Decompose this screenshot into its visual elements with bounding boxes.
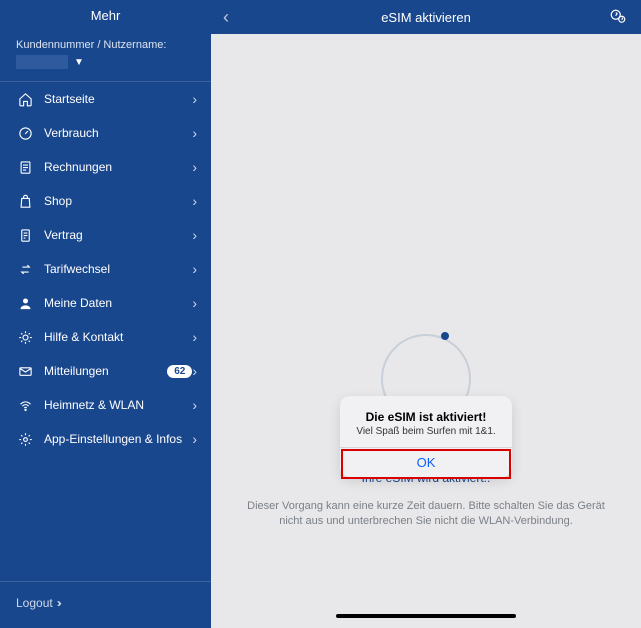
sidebar: Mehr Kundennummer / Nutzername: ▼ Starts…: [0, 0, 211, 628]
sidebar-item-home[interactable]: Startseite›: [0, 82, 211, 116]
badge: 62: [167, 365, 192, 378]
chevron-right-icon: ›: [192, 363, 197, 379]
spinner-dot: [441, 332, 449, 340]
dialog-title: Die eSIM ist aktiviert!: [350, 410, 502, 424]
logout-button[interactable]: Logout ››: [0, 581, 211, 628]
sidebar-item-mail[interactable]: Mitteilungen 62›: [0, 354, 211, 388]
sidebar-item-label: Heimnetz & WLAN: [44, 398, 192, 412]
chevron-right-icon: ›: [192, 125, 197, 141]
dialog-message: Viel Spaß beim Surfen mit 1&1.: [350, 426, 502, 437]
sidebar-item-wifi[interactable]: Heimnetz & WLAN›: [0, 388, 211, 422]
sidebar-item-label: Shop: [44, 194, 192, 208]
page-title: eSIM aktivieren: [243, 10, 609, 25]
logout-label: Logout: [16, 596, 53, 610]
gauge-icon: [16, 126, 34, 141]
chevron-right-icon: ›: [192, 227, 197, 243]
sidebar-menu: Startseite›Verbrauch›Rechnungen›Shop›Ver…: [0, 82, 211, 456]
topbar: ‹ eSIM aktivieren: [211, 0, 641, 34]
contract-icon: [16, 228, 34, 243]
sidebar-item-label: Hilfe & Kontakt: [44, 330, 192, 344]
user-icon: [16, 296, 34, 311]
customer-block: Kundennummer / Nutzername: ▼: [0, 33, 211, 81]
wifi-icon: [16, 398, 34, 413]
sidebar-item-gauge[interactable]: Verbrauch›: [0, 116, 211, 150]
sidebar-item-label: Rechnungen: [44, 160, 192, 174]
home-icon: [16, 92, 34, 107]
bag-icon: [16, 194, 34, 209]
alert-dialog: Die eSIM ist aktiviert! Viel Spaß beim S…: [340, 396, 512, 477]
sidebar-item-label: Mitteilungen: [44, 364, 159, 378]
sidebar-item-gear[interactable]: App-Einstellungen & Infos›: [0, 422, 211, 456]
sidebar-item-label: Startseite: [44, 92, 192, 106]
hint-text: Dieser Vorgang kann eine kurze Zeit daue…: [211, 499, 641, 530]
sidebar-item-bag[interactable]: Shop›: [0, 184, 211, 218]
mail-icon: [16, 364, 34, 379]
chevron-right-icon: ›: [192, 431, 197, 447]
chevron-right-icon: ›: [192, 91, 197, 107]
dialog-ok-button[interactable]: OK: [340, 447, 512, 477]
sidebar-item-user[interactable]: Meine Daten›: [0, 286, 211, 320]
chevron-right-icon: ›: [192, 329, 197, 345]
sidebar-item-swap[interactable]: Tarifwechsel›: [0, 252, 211, 286]
sidebar-item-label: Tarifwechsel: [44, 262, 192, 276]
swap-icon: [16, 262, 34, 277]
help-icon: [609, 8, 627, 26]
gear-icon: [16, 432, 34, 447]
chevron-right-icon: ›: [192, 159, 197, 175]
chevron-right-icon: ›: [192, 397, 197, 413]
main: ‹ eSIM aktivieren Ihre eSIM wird aktivie…: [211, 0, 641, 628]
chevron-right-icon: ›: [192, 193, 197, 209]
caret-down-icon: ▼: [74, 57, 84, 68]
content: Ihre eSIM wird aktiviert.. Dieser Vorgan…: [211, 34, 641, 628]
customer-dropdown[interactable]: ▼: [16, 55, 195, 69]
sidebar-title: Mehr: [0, 0, 211, 33]
logout-arrow-icon: ››: [57, 596, 59, 610]
sidebar-item-invoice[interactable]: Rechnungen›: [0, 150, 211, 184]
back-button[interactable]: ‹: [223, 7, 243, 28]
home-indicator[interactable]: [336, 614, 516, 618]
help-icon: [16, 330, 34, 345]
customer-label: Kundennummer / Nutzername:: [16, 39, 195, 51]
sidebar-item-label: Meine Daten: [44, 296, 192, 310]
sidebar-item-help[interactable]: Hilfe & Kontakt›: [0, 320, 211, 354]
sidebar-item-label: App-Einstellungen & Infos: [44, 432, 192, 446]
sidebar-item-label: Verbrauch: [44, 126, 192, 140]
invoice-icon: [16, 160, 34, 175]
help-button[interactable]: [609, 8, 629, 26]
sidebar-item-contract[interactable]: Vertrag›: [0, 218, 211, 252]
chevron-right-icon: ›: [192, 295, 197, 311]
sidebar-item-label: Vertrag: [44, 228, 192, 242]
chevron-right-icon: ›: [192, 261, 197, 277]
customer-number-redacted: [16, 55, 68, 69]
